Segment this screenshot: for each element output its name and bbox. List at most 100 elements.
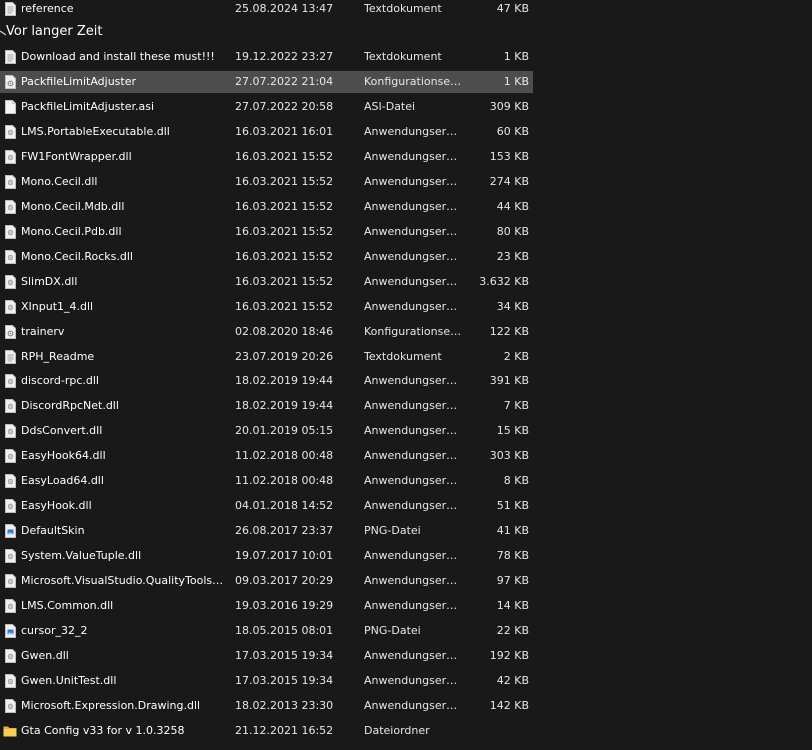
file-name: Gwen.UnitTest.dll (21, 674, 117, 687)
file-row[interactable]: reference 25.08.2024 13:47 Textdokument … (0, 0, 533, 20)
file-row[interactable]: EasyHook.dll 04.01.2018 14:52 Anwendungser… (0, 495, 533, 517)
file-row[interactable]: System.ValueTuple.dll 19.07.2017 10:01 Anw… (0, 545, 533, 567)
file-row[interactable]: LMS.PortableExecutable.dll 16.03.2021 16:… (0, 121, 533, 143)
file-size: 22 KB (496, 624, 529, 638)
file-date: 16.03.2021 15:52 (235, 299, 334, 313)
file-row[interactable]: XInput1_4.dll 16.03.2021 15:52 Anwendungse… (0, 296, 533, 318)
file-row[interactable]: FW1FontWrapper.dll 16.03.2021 15:52 Anwend… (0, 146, 533, 168)
dll-file-icon (5, 399, 16, 414)
file-size: 3.632 KB (479, 274, 529, 288)
file-row[interactable]: Mono.Cecil.dll 16.03.2021 15:52 Anwendungs… (0, 171, 533, 193)
file-row[interactable]: DefaultSkin 26.08.2017 23:37 PNG-Datei 41 K… (0, 520, 533, 542)
png-file-icon (5, 624, 16, 639)
file-size: 47 KB (496, 2, 529, 15)
file-size: 122 KB (489, 324, 529, 338)
file-type: Textdokument (364, 2, 442, 15)
file-name: Microsoft.VisualStudio.QualityTools.Unit… (21, 574, 226, 588)
text-file-icon (5, 2, 16, 16)
file-type: Anwendungserweiterung (364, 449, 462, 463)
dll-file-icon (5, 474, 16, 489)
file-name: EasyLoad64.dll (21, 474, 104, 488)
file-row[interactable]: RPH_Readme 23.07.2019 20:26 Textdokument 2 … (0, 346, 533, 368)
file-row[interactable]: EasyHook64.dll 11.02.2018 00:48 Anwendungs… (0, 445, 533, 467)
file-date: 17.03.2015 19:34 (235, 674, 334, 687)
dll-file-icon (5, 124, 16, 139)
file-type: Anwendungserweiterung (364, 399, 462, 413)
file-date: 18.05.2015 08:01 (235, 624, 334, 638)
file-size: 2 KB (503, 349, 529, 363)
dll-file-icon (5, 499, 16, 514)
file-row[interactable]: DiscordRpcNet.dll 18.02.2019 19:44 Anwendu… (0, 395, 533, 417)
file-type: Anwendungserweiterung (364, 174, 462, 188)
file-size: 41 KB (496, 524, 529, 538)
file-row[interactable]: LMS.Common.dll 19.03.2016 19:29 Anwendungs… (0, 595, 533, 617)
file-type: Anwendungserweiterung (364, 274, 462, 288)
file-name: XInput1_4.dll (21, 299, 94, 313)
folder-icon (3, 725, 17, 739)
file-list-pane: reference 25.08.2024 13:47 Textdokument … (0, 0, 812, 750)
file-size: 44 KB (496, 199, 529, 213)
file-row[interactable]: EasyLoad64.dll 11.02.2018 00:48 Anwendungs… (0, 470, 533, 492)
file-type: PNG-Datei (364, 524, 421, 538)
file-row[interactable]: SlimDX.dll 16.03.2021 15:52 Anwendungserwe… (0, 271, 533, 293)
file-date: 17.03.2015 19:34 (235, 649, 334, 663)
file-date: 16.03.2021 15:52 (235, 274, 334, 288)
file-type: Anwendungserweiterung (364, 674, 462, 687)
file-size: 97 KB (496, 574, 529, 588)
file-name: trainerv (21, 324, 65, 338)
file-name: Mono.Cecil.Pdb.dll (21, 224, 122, 238)
file-type: Konfigurationseinstellungen (364, 324, 462, 338)
file-row[interactable]: trainerv 02.08.2020 18:46 Konfigurationsei… (0, 321, 533, 343)
dll-file-icon (5, 599, 16, 614)
file-row[interactable]: DdsConvert.dll 20.01.2019 05:15 Anwendungs… (0, 420, 533, 442)
file-type: Anwendungserweiterung (364, 124, 462, 138)
file-name: reference (21, 2, 74, 15)
file-row[interactable]: Mono.Cecil.Rocks.dll 16.03.2021 15:52 Anwe… (0, 246, 533, 268)
file-row[interactable]: Mono.Cecil.Pdb.dll 16.03.2021 15:52 Anwend… (0, 221, 533, 243)
file-type: ASI-Datei (364, 99, 416, 113)
file-row[interactable]: Gwen.dll 17.03.2015 19:34 Anwendungserweit… (0, 645, 533, 667)
file-date: 27.07.2022 21:04 (235, 74, 334, 88)
file-size: 153 KB (489, 149, 529, 163)
file-name: Mono.Cecil.Rocks.dll (21, 249, 133, 263)
file-type: Anwendungserweiterung (364, 224, 462, 238)
dll-file-icon (5, 274, 16, 289)
file-row[interactable]: PackfileLimitAdjuster.asi 27.07.2022 20:5… (0, 96, 533, 118)
file-date: 19.12.2022 23:27 (235, 50, 334, 63)
file-row[interactable]: discord-rpc.dll 18.02.2019 19:44 Anwendung… (0, 370, 533, 392)
file-row[interactable]: Download and install these must!!! 19.12.… (0, 46, 533, 68)
file-row[interactable]: cursor_32_2 18.05.2015 08:01 PNG-Datei 22 K… (0, 620, 533, 642)
file-size: 14 KB (496, 599, 529, 613)
file-date: 27.07.2022 20:58 (235, 99, 334, 113)
file-size: 51 KB (496, 499, 529, 513)
file-date: 16.03.2021 15:52 (235, 174, 334, 188)
dll-file-icon (5, 249, 16, 264)
folder-row[interactable]: Gta Config v33 for v 1.0.3258 21.12.2021 … (0, 720, 533, 742)
file-row[interactable]: PackfileLimitAdjuster 27.07.2022 21:04 Kon… (0, 70, 533, 93)
file-date: 09.03.2017 20:29 (235, 574, 334, 588)
file-row[interactable]: Gwen.UnitTest.dll 17.03.2015 19:34 Anwendu… (0, 670, 533, 692)
file-size: 142 KB (489, 698, 529, 712)
file-name: Mono.Cecil.dll (21, 174, 98, 188)
file-date: 11.02.2018 00:48 (235, 474, 334, 488)
dll-file-icon (5, 574, 16, 589)
file-date: 04.01.2018 14:52 (235, 499, 334, 513)
file-name: Download and install these must!!! (21, 50, 215, 63)
dll-file-icon (5, 149, 16, 164)
file-name: LMS.Common.dll (21, 599, 114, 613)
file-type: Anwendungserweiterung (364, 698, 462, 712)
file-date: 16.03.2021 15:52 (235, 249, 334, 263)
file-name: SlimDX.dll (21, 274, 78, 288)
file-date: 16.03.2021 15:52 (235, 224, 334, 238)
file-row[interactable]: Microsoft.Expression.Drawing.dll 18.02.20… (0, 695, 533, 717)
group-header[interactable]: Vor langer Zeit (0, 23, 400, 43)
file-date: 16.03.2021 16:01 (235, 124, 334, 138)
file-date: 18.02.2019 19:44 (235, 374, 334, 388)
file-type: Anwendungserweiterung (364, 149, 462, 163)
file-name: EasyHook.dll (21, 499, 92, 513)
file-date: 20.01.2019 05:15 (235, 424, 334, 438)
file-size: 1 KB (503, 50, 529, 63)
file-row[interactable]: Mono.Cecil.Mdb.dll 16.03.2021 15:52 Anwend… (0, 196, 533, 218)
file-row[interactable]: Microsoft.VisualStudio.QualityTools.Unit… (0, 570, 533, 592)
file-name: PackfileLimitAdjuster.asi (21, 99, 155, 113)
